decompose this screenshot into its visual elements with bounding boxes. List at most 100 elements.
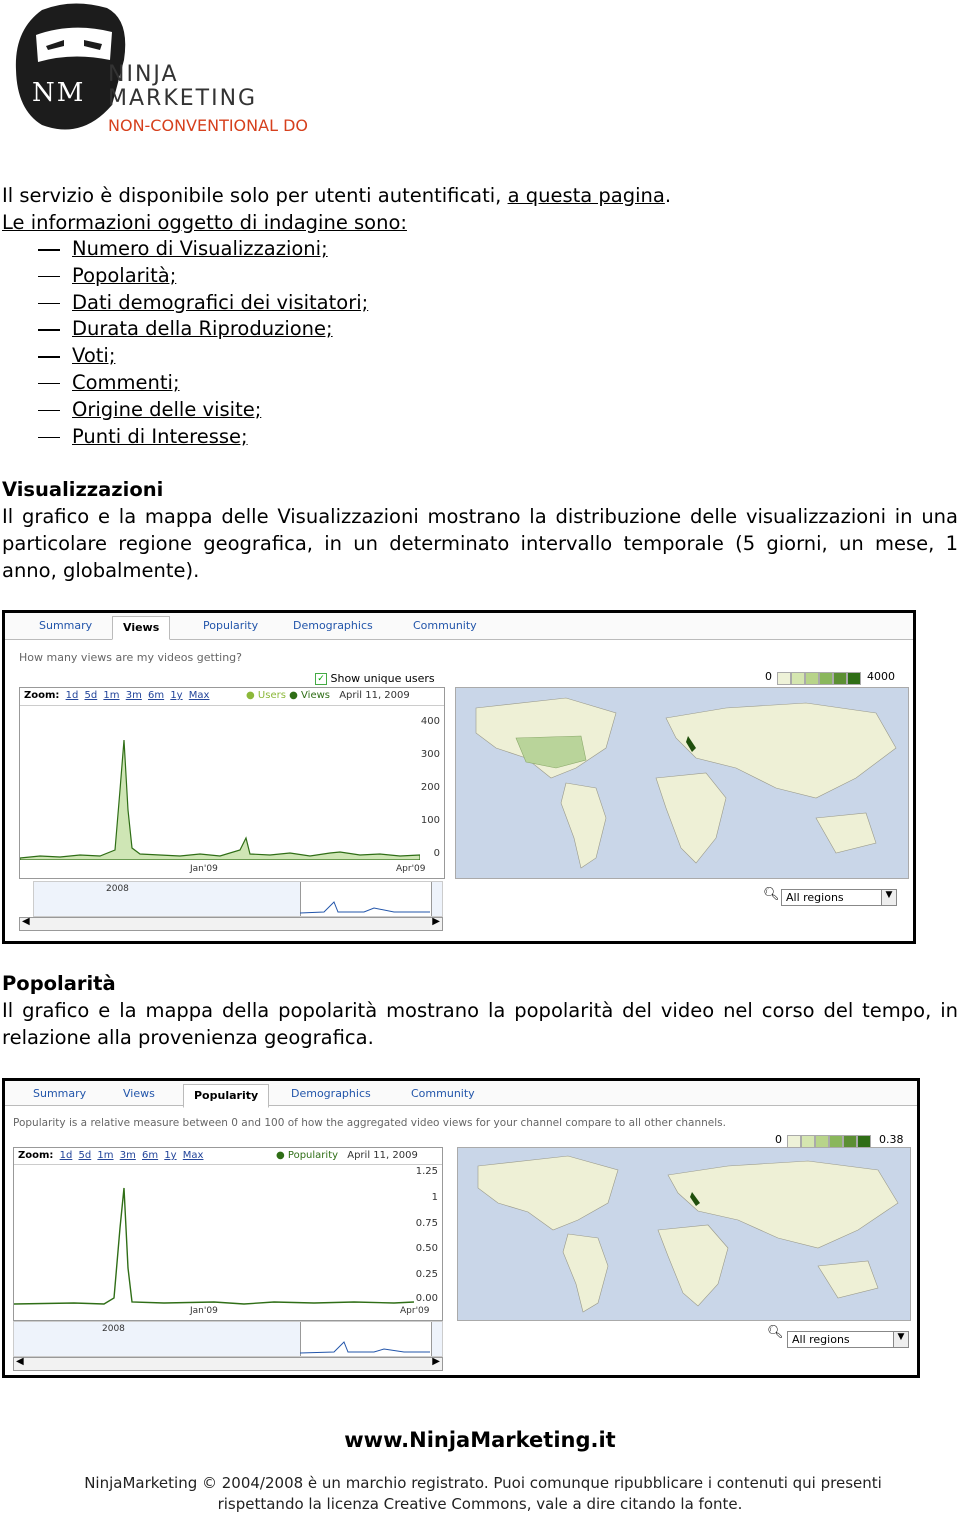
section-title-views: Visualizzazioni bbox=[2, 478, 164, 501]
world-map-icon bbox=[477, 1155, 899, 1313]
tab-demographics[interactable]: Demographics bbox=[291, 1087, 371, 1100]
zoom-5d[interactable]: 5d bbox=[79, 1150, 92, 1161]
footer-url[interactable]: www.NinjaMarketing.it bbox=[0, 1428, 960, 1452]
y-tick: 1.25 bbox=[415, 1166, 438, 1177]
legend-users: Users bbox=[257, 690, 286, 701]
info-list: Numero di Visualizzazioni; Popolarità; D… bbox=[2, 236, 602, 450]
scroll-left-icon[interactable]: ◀ bbox=[16, 1356, 24, 1367]
tab-bar: Summary Views Popularity Demographics Co… bbox=[5, 1081, 917, 1108]
checkbox-icon[interactable]: ✓ bbox=[315, 673, 327, 685]
tab-summary[interactable]: Summary bbox=[33, 1087, 86, 1100]
unique-users-checkbox[interactable]: ✓ Show unique users bbox=[315, 672, 435, 685]
tab-popularity[interactable]: Popularity bbox=[183, 1084, 270, 1108]
timeline-navigator[interactable]: 2008 2009 bbox=[13, 1321, 443, 1357]
scroll-right-icon[interactable]: ▶ bbox=[432, 916, 440, 927]
zoom-max[interactable]: Max bbox=[183, 1150, 204, 1161]
zoom-1d[interactable]: 1d bbox=[60, 1150, 73, 1161]
zoom-label: Zoom: bbox=[18, 1150, 54, 1161]
legend: ● Popularity April 11, 2009 bbox=[276, 1150, 418, 1161]
timeline-scrollbar[interactable]: ◀ ▶ bbox=[13, 1356, 443, 1371]
popularity-question: Popularity is a relative measure between… bbox=[13, 1117, 726, 1129]
unique-users-label: Show unique users bbox=[330, 672, 435, 685]
views-screenshot: Summary Views Popularity Demographics Co… bbox=[2, 610, 916, 944]
region-select[interactable]: All regions ▼ bbox=[781, 889, 897, 906]
tab-demographics[interactable]: Demographics bbox=[293, 619, 373, 632]
footer-note-line2: rispettando la licenza Creative Commons,… bbox=[217, 1495, 743, 1513]
info-list-title: Le informazioni oggetto di indagine sono… bbox=[2, 211, 407, 234]
timeline-navigator[interactable]: 2008 2009 bbox=[33, 881, 443, 917]
logo-brand-line2: MARKETING bbox=[108, 86, 258, 111]
chart-date: April 11, 2009 bbox=[339, 690, 410, 701]
zoom-5d[interactable]: 5d bbox=[85, 690, 98, 701]
x-tick: Apr'09 bbox=[396, 864, 426, 874]
tab-community[interactable]: Community bbox=[413, 619, 477, 632]
zoom-6m[interactable]: 6m bbox=[148, 690, 164, 701]
scale-min: 0 bbox=[775, 1133, 782, 1146]
x-tick: Jan'09 bbox=[190, 864, 218, 874]
zoom-6m[interactable]: 6m bbox=[142, 1150, 158, 1161]
section-body-popularity: Il grafico e la mappa della popolarità m… bbox=[2, 999, 958, 1049]
x-tick: Apr'09 bbox=[400, 1306, 430, 1316]
list-item: Punti di Interesse; bbox=[2, 424, 602, 451]
popularity-chart: Zoom: 1d 5d 1m 3m 6m 1y Max ● Popularity… bbox=[13, 1147, 443, 1321]
tab-views[interactable]: Views bbox=[112, 616, 171, 640]
list-item: Dati demografici dei visitatori; bbox=[2, 290, 602, 317]
tab-popularity[interactable]: Popularity bbox=[203, 619, 258, 632]
y-tick: 0 bbox=[433, 848, 440, 859]
views-question: How many views are my videos getting? bbox=[19, 651, 242, 664]
tab-summary[interactable]: Summary bbox=[39, 619, 92, 632]
intro-paragraph: Il servizio è disponibile solo per utent… bbox=[2, 183, 952, 210]
legend-views: Views bbox=[301, 690, 330, 701]
views-chart: Zoom: 1d 5d 1m 3m 6m 1y Max ● Users ● Vi… bbox=[19, 687, 445, 879]
y-tick: 0.25 bbox=[415, 1269, 438, 1280]
y-tick: 0.00 bbox=[415, 1293, 438, 1304]
list-item: Durata della Riproduzione; bbox=[2, 316, 602, 343]
list-item: Origine delle visite; bbox=[2, 397, 602, 424]
intro-end: . bbox=[664, 184, 672, 207]
chevron-down-icon[interactable]: ▼ bbox=[893, 1332, 908, 1347]
zoom-1y[interactable]: 1y bbox=[164, 1150, 176, 1161]
region-select-value: All regions bbox=[792, 1333, 850, 1346]
y-tick: 0.75 bbox=[415, 1218, 438, 1229]
popularity-line bbox=[14, 1187, 414, 1305]
section-body-views: Il grafico e la mappa delle Visualizzazi… bbox=[2, 505, 958, 582]
scroll-right-icon[interactable]: ▶ bbox=[432, 1356, 440, 1367]
scale-max: 4000 bbox=[867, 670, 895, 683]
world-map[interactable] bbox=[457, 1147, 911, 1321]
views-line bbox=[20, 739, 420, 860]
chevron-down-icon[interactable]: ▼ bbox=[881, 890, 896, 905]
zoom-bar: Zoom: 1d 5d 1m 3m 6m 1y Max bbox=[24, 690, 209, 701]
y-tick: 0.50 bbox=[415, 1243, 438, 1254]
zoom-1y[interactable]: 1y bbox=[170, 690, 182, 701]
intro-text: Il servizio è disponibile solo per utent… bbox=[2, 184, 508, 207]
scroll-left-icon[interactable]: ◀ bbox=[22, 916, 30, 927]
zoom-max[interactable]: Max bbox=[189, 690, 210, 701]
zoom-bar: Zoom: 1d 5d 1m 3m 6m 1y Max bbox=[18, 1150, 203, 1161]
zoom-3m[interactable]: 3m bbox=[120, 1150, 136, 1161]
list-item: Popolarità; bbox=[2, 263, 602, 290]
y-tick: 1 bbox=[431, 1192, 438, 1203]
zoom-1d[interactable]: 1d bbox=[66, 690, 79, 701]
tab-community[interactable]: Community bbox=[411, 1087, 475, 1100]
logo-mark: NM bbox=[32, 78, 86, 108]
legend-popularity: Popularity bbox=[287, 1150, 339, 1161]
popularity-screenshot: Summary Views Popularity Demographics Co… bbox=[2, 1078, 920, 1378]
list-item: Numero di Visualizzazioni; bbox=[2, 236, 602, 263]
zoom-1m[interactable]: 1m bbox=[97, 1150, 113, 1161]
list-item: Voti; bbox=[2, 343, 602, 370]
timeline-scrollbar[interactable]: ◀ ▶ bbox=[19, 916, 443, 931]
scale-max: 0.38 bbox=[879, 1133, 904, 1146]
world-map[interactable] bbox=[455, 687, 909, 879]
legend: ● Users ● Views April 11, 2009 bbox=[246, 690, 410, 701]
auth-page-link[interactable]: a questa pagina bbox=[508, 184, 665, 207]
zoom-1m[interactable]: 1m bbox=[103, 690, 119, 701]
region-select[interactable]: All regions ▼ bbox=[787, 1331, 909, 1348]
y-tick: 100 bbox=[420, 815, 440, 826]
y-tick: 300 bbox=[420, 749, 440, 760]
logo: NM NINJA MARKETING NON-CONVENTIONAL DO bbox=[12, 0, 352, 140]
map-search-icon[interactable]: 🔍︎ bbox=[763, 887, 780, 902]
zoom-3m[interactable]: 3m bbox=[126, 690, 142, 701]
region-select-value: All regions bbox=[786, 891, 844, 904]
map-search-icon[interactable]: 🔍︎ bbox=[767, 1325, 784, 1340]
tab-views[interactable]: Views bbox=[123, 1087, 155, 1100]
